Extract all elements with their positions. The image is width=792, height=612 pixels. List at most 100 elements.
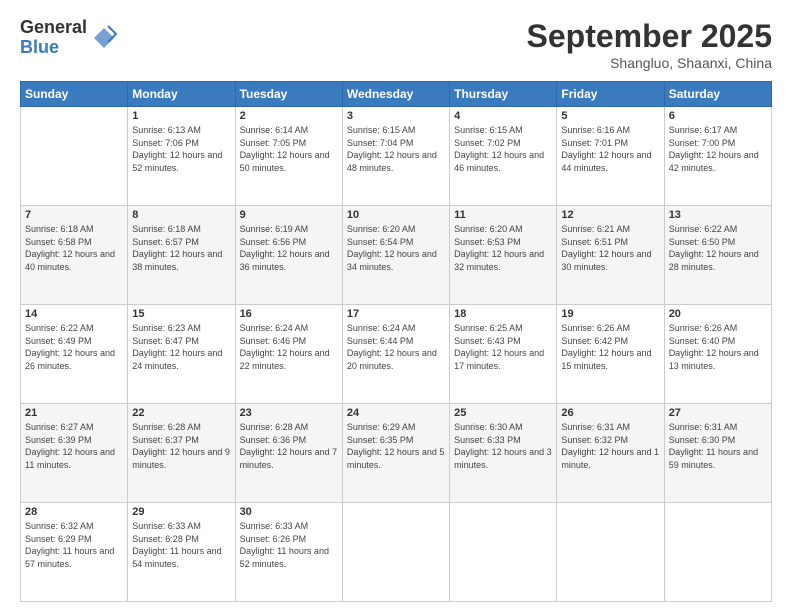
cell-info: Sunrise: 6:15 AM Sunset: 7:02 PM Dayligh… — [454, 124, 552, 174]
day-number: 24 — [347, 407, 445, 419]
cell-info: Sunrise: 6:24 AM Sunset: 6:46 PM Dayligh… — [240, 322, 338, 372]
cell-info: Sunrise: 6:20 AM Sunset: 6:53 PM Dayligh… — [454, 223, 552, 273]
weekday-header: Tuesday — [235, 82, 342, 107]
day-number: 18 — [454, 308, 552, 320]
cell-info: Sunrise: 6:32 AM Sunset: 6:29 PM Dayligh… — [25, 520, 123, 570]
cell-info: Sunrise: 6:16 AM Sunset: 7:01 PM Dayligh… — [561, 124, 659, 174]
calendar-cell — [342, 503, 449, 602]
cell-info: Sunrise: 6:27 AM Sunset: 6:39 PM Dayligh… — [25, 421, 123, 471]
location: Shangluo, Shaanxi, China — [527, 55, 772, 71]
calendar-cell: 23 Sunrise: 6:28 AM Sunset: 6:36 PM Dayli… — [235, 404, 342, 503]
cell-info: Sunrise: 6:22 AM Sunset: 6:49 PM Dayligh… — [25, 322, 123, 372]
day-number: 5 — [561, 110, 659, 122]
day-number: 17 — [347, 308, 445, 320]
day-number: 27 — [669, 407, 767, 419]
calendar-cell: 8Sunrise: 6:18 AM Sunset: 6:57 PM Daylig… — [128, 206, 235, 305]
calendar-cell: 22 Sunrise: 6:28 AM Sunset: 6:37 PM Dayli… — [128, 404, 235, 503]
calendar-cell: 10 Sunrise: 6:20 AM Sunset: 6:54 PM Dayli… — [342, 206, 449, 305]
day-number: 23 — [240, 407, 338, 419]
day-number: 21 — [25, 407, 123, 419]
day-number: 19 — [561, 308, 659, 320]
cell-info: Sunrise: 6:25 AM Sunset: 6:43 PM Dayligh… — [454, 322, 552, 372]
calendar-cell: 29 Sunrise: 6:33 AM Sunset: 6:28 PM Dayli… — [128, 503, 235, 602]
cell-info: Sunrise: 6:30 AM Sunset: 6:33 PM Dayligh… — [454, 421, 552, 471]
weekday-header: Friday — [557, 82, 664, 107]
cell-info: Sunrise: 6:28 AM Sunset: 6:37 PM Dayligh… — [132, 421, 230, 471]
cell-info: Sunrise: 6:22 AM Sunset: 6:50 PM Dayligh… — [669, 223, 767, 273]
cell-info: Sunrise: 6:26 AM Sunset: 6:40 PM Dayligh… — [669, 322, 767, 372]
calendar-cell: 4 Sunrise: 6:15 AM Sunset: 7:02 PM Daylig… — [450, 107, 557, 206]
day-number: 20 — [669, 308, 767, 320]
calendar-cell: 13Sunrise: 6:22 AM Sunset: 6:50 PM Dayli… — [664, 206, 771, 305]
day-number: 8 — [132, 209, 230, 221]
day-number: 9 — [240, 209, 338, 221]
cell-info: Sunrise: 6:17 AM Sunset: 7:00 PM Dayligh… — [669, 124, 767, 174]
calendar-cell: 21 Sunrise: 6:27 AM Sunset: 6:39 PM Dayli… — [21, 404, 128, 503]
cell-info: Sunrise: 6:23 AM Sunset: 6:47 PM Dayligh… — [132, 322, 230, 372]
day-number: 7 — [25, 209, 123, 221]
calendar-cell: 1 Sunrise: 6:13 AM Sunset: 7:06 PM Daylig… — [128, 107, 235, 206]
weekday-header: Monday — [128, 82, 235, 107]
cell-info: Sunrise: 6:18 AM Sunset: 6:58 PM Dayligh… — [25, 223, 123, 273]
calendar-cell: 25 Sunrise: 6:30 AM Sunset: 6:33 PM Dayli… — [450, 404, 557, 503]
logo: General Blue — [20, 18, 118, 58]
cell-info: Sunrise: 6:31 AM Sunset: 6:30 PM Dayligh… — [669, 421, 767, 471]
cell-info: Sunrise: 6:33 AM Sunset: 6:28 PM Dayligh… — [132, 520, 230, 570]
calendar-cell: 16 Sunrise: 6:24 AM Sunset: 6:46 PM Dayli… — [235, 305, 342, 404]
calendar-cell: 7 Sunrise: 6:18 AM Sunset: 6:58 PM Daylig… — [21, 206, 128, 305]
calendar-cell: 11 Sunrise: 6:20 AM Sunset: 6:53 PM Dayli… — [450, 206, 557, 305]
calendar-cell: 27 Sunrise: 6:31 AM Sunset: 6:30 PM Dayli… — [664, 404, 771, 503]
cell-info: Sunrise: 6:14 AM Sunset: 7:05 PM Dayligh… — [240, 124, 338, 174]
weekday-header: Thursday — [450, 82, 557, 107]
calendar-cell — [664, 503, 771, 602]
cell-info: Sunrise: 6:21 AM Sunset: 6:51 PM Dayligh… — [561, 223, 659, 273]
calendar-cell: 17 Sunrise: 6:24 AM Sunset: 6:44 PM Dayli… — [342, 305, 449, 404]
calendar-cell: 9 Sunrise: 6:19 AM Sunset: 6:56 PM Daylig… — [235, 206, 342, 305]
day-number: 2 — [240, 110, 338, 122]
page: General Blue September 2025 Shangluo, Sh… — [0, 0, 792, 612]
calendar-week-row: 1 Sunrise: 6:13 AM Sunset: 7:06 PM Daylig… — [21, 107, 772, 206]
cell-info: Sunrise: 6:26 AM Sunset: 6:42 PM Dayligh… — [561, 322, 659, 372]
day-number: 10 — [347, 209, 445, 221]
day-number: 16 — [240, 308, 338, 320]
weekday-header: Wednesday — [342, 82, 449, 107]
day-number: 26 — [561, 407, 659, 419]
calendar-cell — [21, 107, 128, 206]
cell-info: Sunrise: 6:19 AM Sunset: 6:56 PM Dayligh… — [240, 223, 338, 273]
day-number: 12 — [561, 209, 659, 221]
calendar-cell: 15 Sunrise: 6:23 AM Sunset: 6:47 PM Dayli… — [128, 305, 235, 404]
cell-info: Sunrise: 6:20 AM Sunset: 6:54 PM Dayligh… — [347, 223, 445, 273]
day-number: 25 — [454, 407, 552, 419]
calendar-cell — [557, 503, 664, 602]
calendar-cell — [450, 503, 557, 602]
weekday-header: Sunday — [21, 82, 128, 107]
cell-info: Sunrise: 6:31 AM Sunset: 6:32 PM Dayligh… — [561, 421, 659, 471]
day-number: 15 — [132, 308, 230, 320]
cell-info: Sunrise: 6:13 AM Sunset: 7:06 PM Dayligh… — [132, 124, 230, 174]
header: General Blue September 2025 Shangluo, Sh… — [20, 18, 772, 71]
calendar-cell: 20 Sunrise: 6:26 AM Sunset: 6:40 PM Dayli… — [664, 305, 771, 404]
calendar-table: SundayMondayTuesdayWednesdayThursdayFrid… — [20, 81, 772, 602]
cell-info: Sunrise: 6:33 AM Sunset: 6:26 PM Dayligh… — [240, 520, 338, 570]
day-number: 1 — [132, 110, 230, 122]
calendar-cell: 26 Sunrise: 6:31 AM Sunset: 6:32 PM Dayli… — [557, 404, 664, 503]
day-number: 22 — [132, 407, 230, 419]
month-title: September 2025 — [527, 18, 772, 55]
title-block: September 2025 Shangluo, Shaanxi, China — [527, 18, 772, 71]
logo-general: General — [20, 18, 87, 38]
cell-info: Sunrise: 6:24 AM Sunset: 6:44 PM Dayligh… — [347, 322, 445, 372]
day-number: 28 — [25, 506, 123, 518]
day-number: 11 — [454, 209, 552, 221]
logo-icon — [90, 24, 118, 52]
day-number: 4 — [454, 110, 552, 122]
calendar-cell: 2 Sunrise: 6:14 AM Sunset: 7:05 PM Daylig… — [235, 107, 342, 206]
calendar-week-row: 14Sunrise: 6:22 AM Sunset: 6:49 PM Dayli… — [21, 305, 772, 404]
calendar-week-row: 21 Sunrise: 6:27 AM Sunset: 6:39 PM Dayli… — [21, 404, 772, 503]
calendar-cell: 18 Sunrise: 6:25 AM Sunset: 6:43 PM Dayli… — [450, 305, 557, 404]
cell-info: Sunrise: 6:28 AM Sunset: 6:36 PM Dayligh… — [240, 421, 338, 471]
day-number: 3 — [347, 110, 445, 122]
day-number: 29 — [132, 506, 230, 518]
day-number: 30 — [240, 506, 338, 518]
cell-info: Sunrise: 6:15 AM Sunset: 7:04 PM Dayligh… — [347, 124, 445, 174]
calendar-week-row: 28 Sunrise: 6:32 AM Sunset: 6:29 PM Dayli… — [21, 503, 772, 602]
